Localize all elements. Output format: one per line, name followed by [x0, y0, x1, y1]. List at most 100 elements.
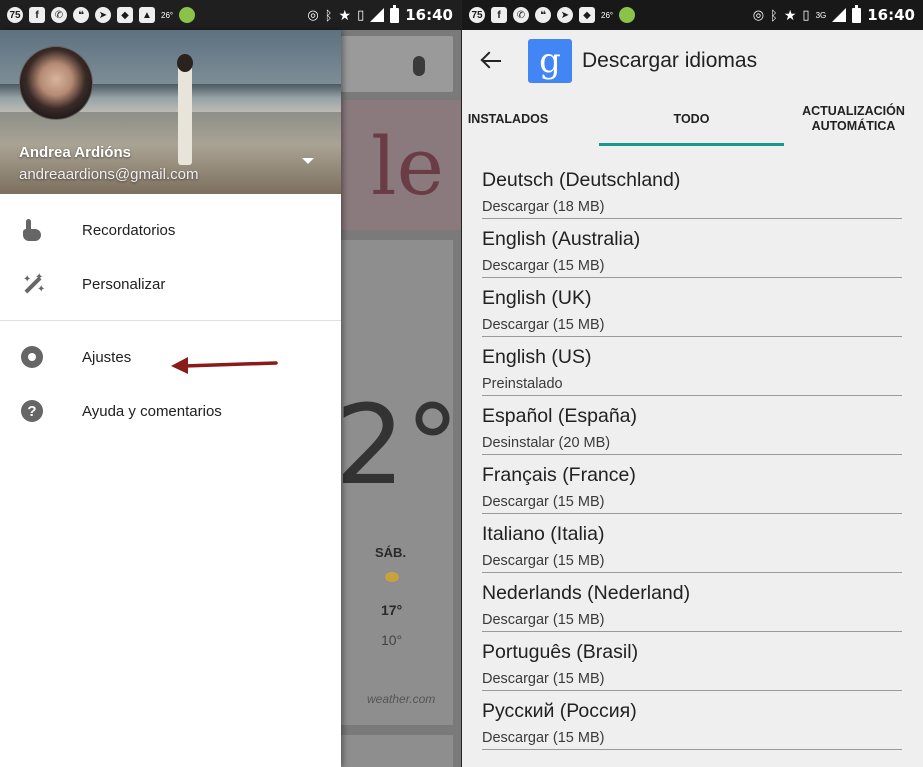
- gear-icon: [20, 345, 44, 369]
- language-list: Deutsch (Deutschland) Descargar (18 MB) En…: [462, 160, 923, 750]
- language-name: Deutsch (Deutschland): [482, 169, 681, 191]
- status-bar: 75 f ✆ ❝ ➤ ◆ 26° ◎ ᛒ ★ ▯ 3G 16:40: [462, 0, 923, 30]
- language-status: Descargar (15 MB): [482, 258, 605, 274]
- list-item[interactable]: Nederlands (Nederland) Descargar (15 MB): [462, 573, 923, 632]
- back-arrow-icon[interactable]: [480, 48, 506, 74]
- vibrate-icon: ▯: [802, 7, 810, 22]
- language-name: Français (France): [482, 464, 636, 486]
- magic-wand-icon: ✦ ✦ ✦: [23, 272, 46, 295]
- status-time: 16:40: [867, 6, 915, 24]
- language-name: English (Australia): [482, 228, 641, 250]
- app-bar: g Descargar idiomas: [462, 30, 923, 92]
- language-status: Descargar (15 MB): [482, 730, 605, 746]
- language-name: English (UK): [482, 287, 592, 309]
- menu-item-label: Personalizar: [82, 275, 166, 293]
- language-name: Italiano (Italia): [482, 523, 605, 545]
- background-high-temp: 17°: [381, 602, 403, 618]
- dropbox-icon: ◆: [117, 7, 133, 23]
- list-item[interactable]: English (UK) Descargar (15 MB): [462, 278, 923, 337]
- language-name: Nederlands (Nederland): [482, 582, 691, 604]
- whatsapp-icon: ✆: [513, 7, 529, 23]
- list-item[interactable]: Français (France) Descargar (15 MB): [462, 455, 923, 514]
- list-item[interactable]: English (US) Preinstalado: [462, 337, 923, 396]
- tab-label: ACTUALIZACIÓN AUTOMÁTICA: [802, 104, 905, 133]
- hangouts-icon: ❝: [73, 7, 89, 23]
- language-status: Descargar (15 MB): [482, 317, 605, 333]
- language-status: Desinstalar (20 MB): [482, 435, 611, 451]
- background-low-temp: 10°: [381, 632, 403, 648]
- language-status: Preinstalado: [482, 376, 563, 392]
- language-status: Descargar (18 MB): [482, 199, 605, 215]
- whatsapp-icon: ✆: [51, 7, 67, 23]
- account-dropdown-icon[interactable]: [302, 158, 314, 164]
- drawer-header: Andrea Ardións andreaardions@gmail.com: [0, 30, 341, 194]
- telegram-icon: ➤: [557, 7, 573, 23]
- background-search-bar: [341, 36, 453, 92]
- language-status: Descargar (15 MB): [482, 671, 605, 687]
- menu-item-label: Ajustes: [82, 348, 132, 366]
- reminder-hand-icon: [20, 218, 44, 242]
- menu-divider: [0, 320, 341, 321]
- tab-label: INSTALADOS: [467, 111, 549, 126]
- tab-todo[interactable]: TODO: [599, 92, 784, 146]
- weather-badge: 26°: [601, 10, 614, 20]
- language-status: Descargar (15 MB): [482, 553, 605, 569]
- language-name: Português (Brasil): [482, 641, 639, 663]
- list-item[interactable]: Русский (Россия) Descargar (15 MB): [462, 691, 923, 750]
- hotspot-icon: ◎: [307, 7, 319, 22]
- list-item[interactable]: Português (Brasil) Descargar (15 MB): [462, 632, 923, 691]
- tab-actualizacion-automatica[interactable]: ACTUALIZACIÓN AUTOMÁTICA: [784, 92, 923, 146]
- battery-icon: [852, 4, 862, 23]
- language-name: English (US): [482, 346, 592, 368]
- status-bar: 75 f ✆ ❝ ➤ ◆ ▲ 26° ◎ ᛒ ★ ▯ 16:40: [0, 0, 461, 30]
- right-screenshot: 75 f ✆ ❝ ➤ ◆ 26° ◎ ᛒ ★ ▯ 3G 16:40 g Desc…: [462, 0, 923, 767]
- notification-count-icon: 75: [7, 7, 23, 23]
- navigation-drawer: Andrea Ardións andreaardions@gmail.com R…: [0, 30, 341, 767]
- facebook-icon: f: [29, 7, 45, 23]
- page-title: Descargar idiomas: [582, 49, 758, 72]
- user-email: andreaardions@gmail.com: [19, 166, 199, 183]
- notification-count-icon: 75: [469, 7, 485, 23]
- language-name: Русский (Россия): [482, 700, 637, 722]
- google-logo-icon: g: [528, 39, 572, 83]
- list-item[interactable]: Italiano (Italia) Descargar (15 MB): [462, 514, 923, 573]
- star-icon: ★: [338, 6, 352, 23]
- background-temperature: 2°: [335, 381, 460, 509]
- list-item[interactable]: English (Australia) Descargar (15 MB): [462, 219, 923, 278]
- facebook-icon: f: [491, 7, 507, 23]
- avatar[interactable]: [19, 46, 93, 120]
- background-doodle: le: [341, 100, 461, 230]
- status-time: 16:40: [405, 6, 453, 24]
- drawer-menu-top: Recordatorios ✦ ✦ ✦ Personalizar: [0, 203, 341, 311]
- list-divider: [482, 749, 902, 750]
- vibrate-icon: ▯: [357, 7, 365, 22]
- background-google-now: le 2° SÁB. 17° 10° weather.com: [335, 30, 461, 767]
- language-status: Descargar (15 MB): [482, 612, 605, 628]
- user-name: Andrea Ardións: [19, 144, 131, 161]
- tab-instalados[interactable]: INSTALADOS: [462, 92, 554, 146]
- star-icon: ★: [783, 6, 797, 23]
- drawer-menu-bottom: Ajustes ? Ayuda y comentarios: [0, 330, 341, 438]
- hangouts-icon: ❝: [535, 7, 551, 23]
- bluetooth-icon: ᛒ: [324, 7, 333, 23]
- bluetooth-icon: ᛒ: [770, 7, 778, 23]
- list-item[interactable]: Deutsch (Deutschland) Descargar (18 MB): [462, 160, 923, 219]
- hotspot-icon: ◎: [752, 7, 765, 22]
- network-type: 3G: [815, 10, 827, 20]
- mic-icon: [413, 56, 425, 76]
- sun-icon: [385, 572, 399, 582]
- help-icon: ?: [20, 399, 44, 423]
- list-item[interactable]: Español (España) Desinstalar (20 MB): [462, 396, 923, 455]
- language-name: Español (España): [482, 405, 638, 427]
- background-card: [341, 735, 453, 767]
- tab-label: TODO: [673, 111, 710, 126]
- menu-item-ayuda[interactable]: ? Ayuda y comentarios: [0, 384, 341, 438]
- menu-item-personalizar[interactable]: ✦ ✦ ✦ Personalizar: [0, 257, 341, 311]
- tab-bar: INSTALADOS TODO ACTUALIZACIÓN AUTOMÁTICA: [462, 92, 923, 146]
- signal-icon: [832, 8, 847, 22]
- menu-item-recordatorios[interactable]: Recordatorios: [0, 203, 341, 257]
- left-screenshot: 75 f ✆ ❝ ➤ ◆ ▲ 26° ◎ ᛒ ★ ▯ 16:40 le 2° S…: [0, 0, 461, 767]
- weather-badge: 26°: [161, 10, 174, 20]
- menu-item-label: Ayuda y comentarios: [82, 402, 222, 420]
- menu-item-label: Recordatorios: [82, 221, 176, 239]
